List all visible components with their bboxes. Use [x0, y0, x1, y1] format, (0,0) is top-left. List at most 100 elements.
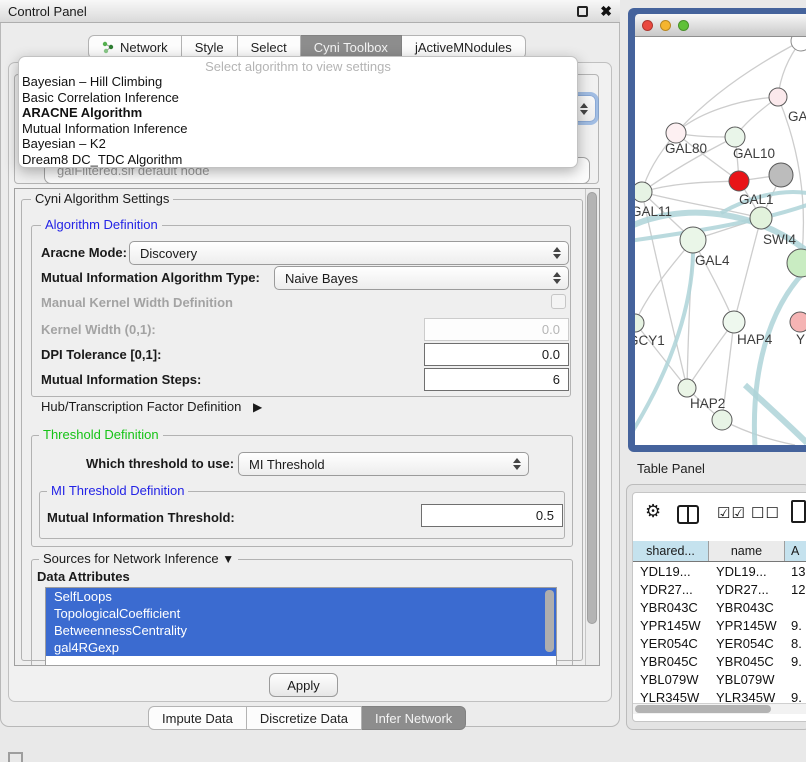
table-row[interactable]: YBL079WYBL079W — [633, 670, 806, 688]
table-cell[interactable]: 8. — [785, 636, 806, 651]
tab-infer-network[interactable]: Infer Network — [362, 706, 466, 730]
close-traffic-light-icon[interactable] — [642, 20, 653, 31]
algorithm-option-bayesian-k2[interactable]: Bayesian – K2 — [19, 136, 577, 152]
table-cell[interactable]: 9. — [785, 654, 806, 669]
table-cell[interactable]: YBR043C — [709, 600, 785, 615]
kernel-width-field[interactable]: 0.0 — [424, 318, 569, 341]
select-all-checkboxes-icon[interactable]: ☑☑ — [717, 504, 746, 522]
network-node[interactable] — [787, 249, 806, 277]
mi-steps-label: Mutual Information Steps: — [41, 372, 201, 387]
table-cell[interactable]: YLR345W — [709, 690, 785, 704]
table-cell[interactable]: 12 — [785, 582, 806, 597]
table-hscrollbar-track[interactable] — [633, 703, 806, 714]
table-row[interactable]: YER054CYER054C8. — [633, 634, 806, 652]
table-cell[interactable]: 13 — [785, 564, 806, 579]
table-settings-gear-icon[interactable]: ⚙ — [645, 501, 661, 522]
table-cell[interactable]: YBR045C — [709, 654, 785, 669]
table-cell[interactable]: YDL19... — [633, 564, 709, 579]
table-cell[interactable]: YLR345W — [633, 690, 709, 704]
network-view[interactable]: GALGAL80GAL10GAL1GAL11SWI4GAL4GCY1HAP4YH… — [635, 37, 806, 445]
table-cell[interactable]: 9. — [785, 690, 806, 704]
settings-scrollbar-thumb[interactable] — [587, 192, 597, 624]
table-row[interactable]: YLR345WYLR345W9. — [633, 688, 806, 703]
aracne-mode-combo[interactable]: Discovery — [129, 241, 569, 265]
network-node-swi4[interactable] — [750, 207, 772, 229]
table-row[interactable]: YPR145WYPR145W9. — [633, 616, 806, 634]
table-cell[interactable]: YBL079W — [709, 672, 785, 687]
network-node-gal11[interactable] — [635, 182, 652, 202]
table-cell[interactable]: YER054C — [633, 636, 709, 651]
table-cell[interactable]: YBR043C — [633, 600, 709, 615]
network-window-titlebar[interactable] — [635, 14, 806, 37]
minimize-traffic-light-icon[interactable] — [660, 20, 671, 31]
mi-threshold-field[interactable]: 0.5 — [421, 504, 563, 527]
attribute-item-betweennesscentrality[interactable]: BetweennessCentrality — [46, 622, 556, 639]
table-cell[interactable]: YBR045C — [633, 654, 709, 669]
table-row[interactable]: YBR043CYBR043C — [633, 598, 806, 616]
mi-threshold-label: Mutual Information Threshold: — [47, 510, 235, 525]
table-panel-title: Table Panel — [637, 461, 705, 476]
table-row[interactable]: YDL19...YDL19...13 — [633, 562, 806, 580]
network-node-gal10[interactable] — [725, 127, 745, 147]
algorithm-option-mutual-information-inference[interactable]: Mutual Information Inference — [19, 121, 577, 137]
hub-expand-icon[interactable]: ▶ — [253, 400, 262, 414]
list-scrollbar-thumb[interactable] — [545, 590, 554, 652]
network-node-y[interactable] — [790, 312, 806, 332]
tab-label: Infer Network — [375, 711, 452, 726]
network-node-hap4[interactable] — [723, 311, 745, 333]
network-node[interactable] — [769, 163, 793, 187]
combo-arrows-icon — [549, 272, 565, 284]
network-node[interactable] — [791, 37, 806, 51]
table-cell[interactable]: YDR27... — [633, 582, 709, 597]
apply-button[interactable]: Apply — [269, 673, 338, 697]
table-cell[interactable]: YPR145W — [633, 618, 709, 633]
network-node-label: HAP4 — [737, 332, 773, 347]
attribute-item-gal4rgexp[interactable]: gal4RGexp — [46, 639, 556, 656]
network-node-gal4[interactable] — [680, 227, 706, 253]
table-row[interactable]: YBR045CYBR045C9. — [633, 652, 806, 670]
float-window-icon[interactable] — [577, 6, 588, 17]
network-node-gal1[interactable] — [729, 171, 749, 191]
table-cell[interactable]: YPR145W — [709, 618, 785, 633]
network-node-gcy1[interactable] — [635, 314, 644, 332]
table-cell[interactable]: YER054C — [709, 636, 785, 651]
attribute-item-selfloops[interactable]: SelfLoops — [46, 588, 556, 605]
mi-steps-field[interactable]: 6 — [424, 368, 569, 391]
network-node-gal[interactable] — [769, 88, 787, 106]
export-table-icon[interactable] — [791, 500, 806, 523]
algorithm-option-aracne-algorithm[interactable]: ARACNE Algorithm — [19, 105, 577, 121]
column-header-a[interactable]: A — [785, 541, 806, 561]
table-cell[interactable]: 9. — [785, 618, 806, 633]
table-cell[interactable]: YDL19... — [709, 564, 785, 579]
table-cell[interactable]: YDR27... — [709, 582, 785, 597]
attribute-item-topologicalcoefficient[interactable]: TopologicalCoefficient — [46, 605, 556, 622]
mi-algorithm-type-combo[interactable]: Naive Bayes — [274, 266, 569, 290]
deselect-all-checkboxes-icon[interactable]: ☐☐ — [751, 504, 780, 522]
column-header-shared[interactable]: shared... — [633, 541, 709, 561]
network-node-gal80[interactable] — [666, 123, 686, 143]
network-canvas[interactable]: GALGAL80GAL10GAL1GAL11SWI4GAL4GCY1HAP4YH… — [635, 37, 806, 445]
table-hscrollbar-thumb[interactable] — [635, 705, 771, 713]
network-node-hap2[interactable] — [678, 379, 696, 397]
algorithm-option-bayesian-hill-climbing[interactable]: Bayesian – Hill Climbing — [19, 74, 577, 90]
algorithm-option-dream8-dc-tdc-algorithm[interactable]: Dream8 DC_TDC Algorithm — [19, 152, 577, 168]
dpi-tolerance-field[interactable]: 0.0 — [424, 343, 569, 366]
combo-arrows-icon — [549, 247, 565, 259]
hub-definition-disclosure[interactable]: Hub/Transcription Factor Definition ▶ — [41, 399, 262, 414]
close-icon[interactable]: ✖ — [600, 6, 612, 17]
which-threshold-combo[interactable]: MI Threshold — [238, 452, 529, 476]
sources-collapse-icon[interactable]: ▼ — [222, 552, 234, 566]
tab-discretize-data[interactable]: Discretize Data — [247, 706, 362, 730]
table-row[interactable]: YDR27...YDR27...12 — [633, 580, 806, 598]
algorithm-option-basic-correlation-inference[interactable]: Basic Correlation Inference — [19, 90, 577, 106]
sources-disclosure[interactable]: Sources for Network Inference ▼ — [39, 552, 238, 566]
manual-kernel-label: Manual Kernel Width Definition — [41, 295, 233, 310]
column-header-name[interactable]: name — [709, 541, 785, 561]
network-node[interactable] — [712, 410, 732, 430]
manual-kernel-checkbox[interactable] — [551, 294, 566, 309]
column-visibility-icon[interactable] — [677, 505, 699, 524]
zoom-traffic-light-icon[interactable] — [678, 20, 689, 31]
table-cell[interactable]: YBL079W — [633, 672, 709, 687]
tab-impute-data[interactable]: Impute Data — [148, 706, 247, 730]
settings-scrollbar-track[interactable] — [585, 189, 599, 665]
